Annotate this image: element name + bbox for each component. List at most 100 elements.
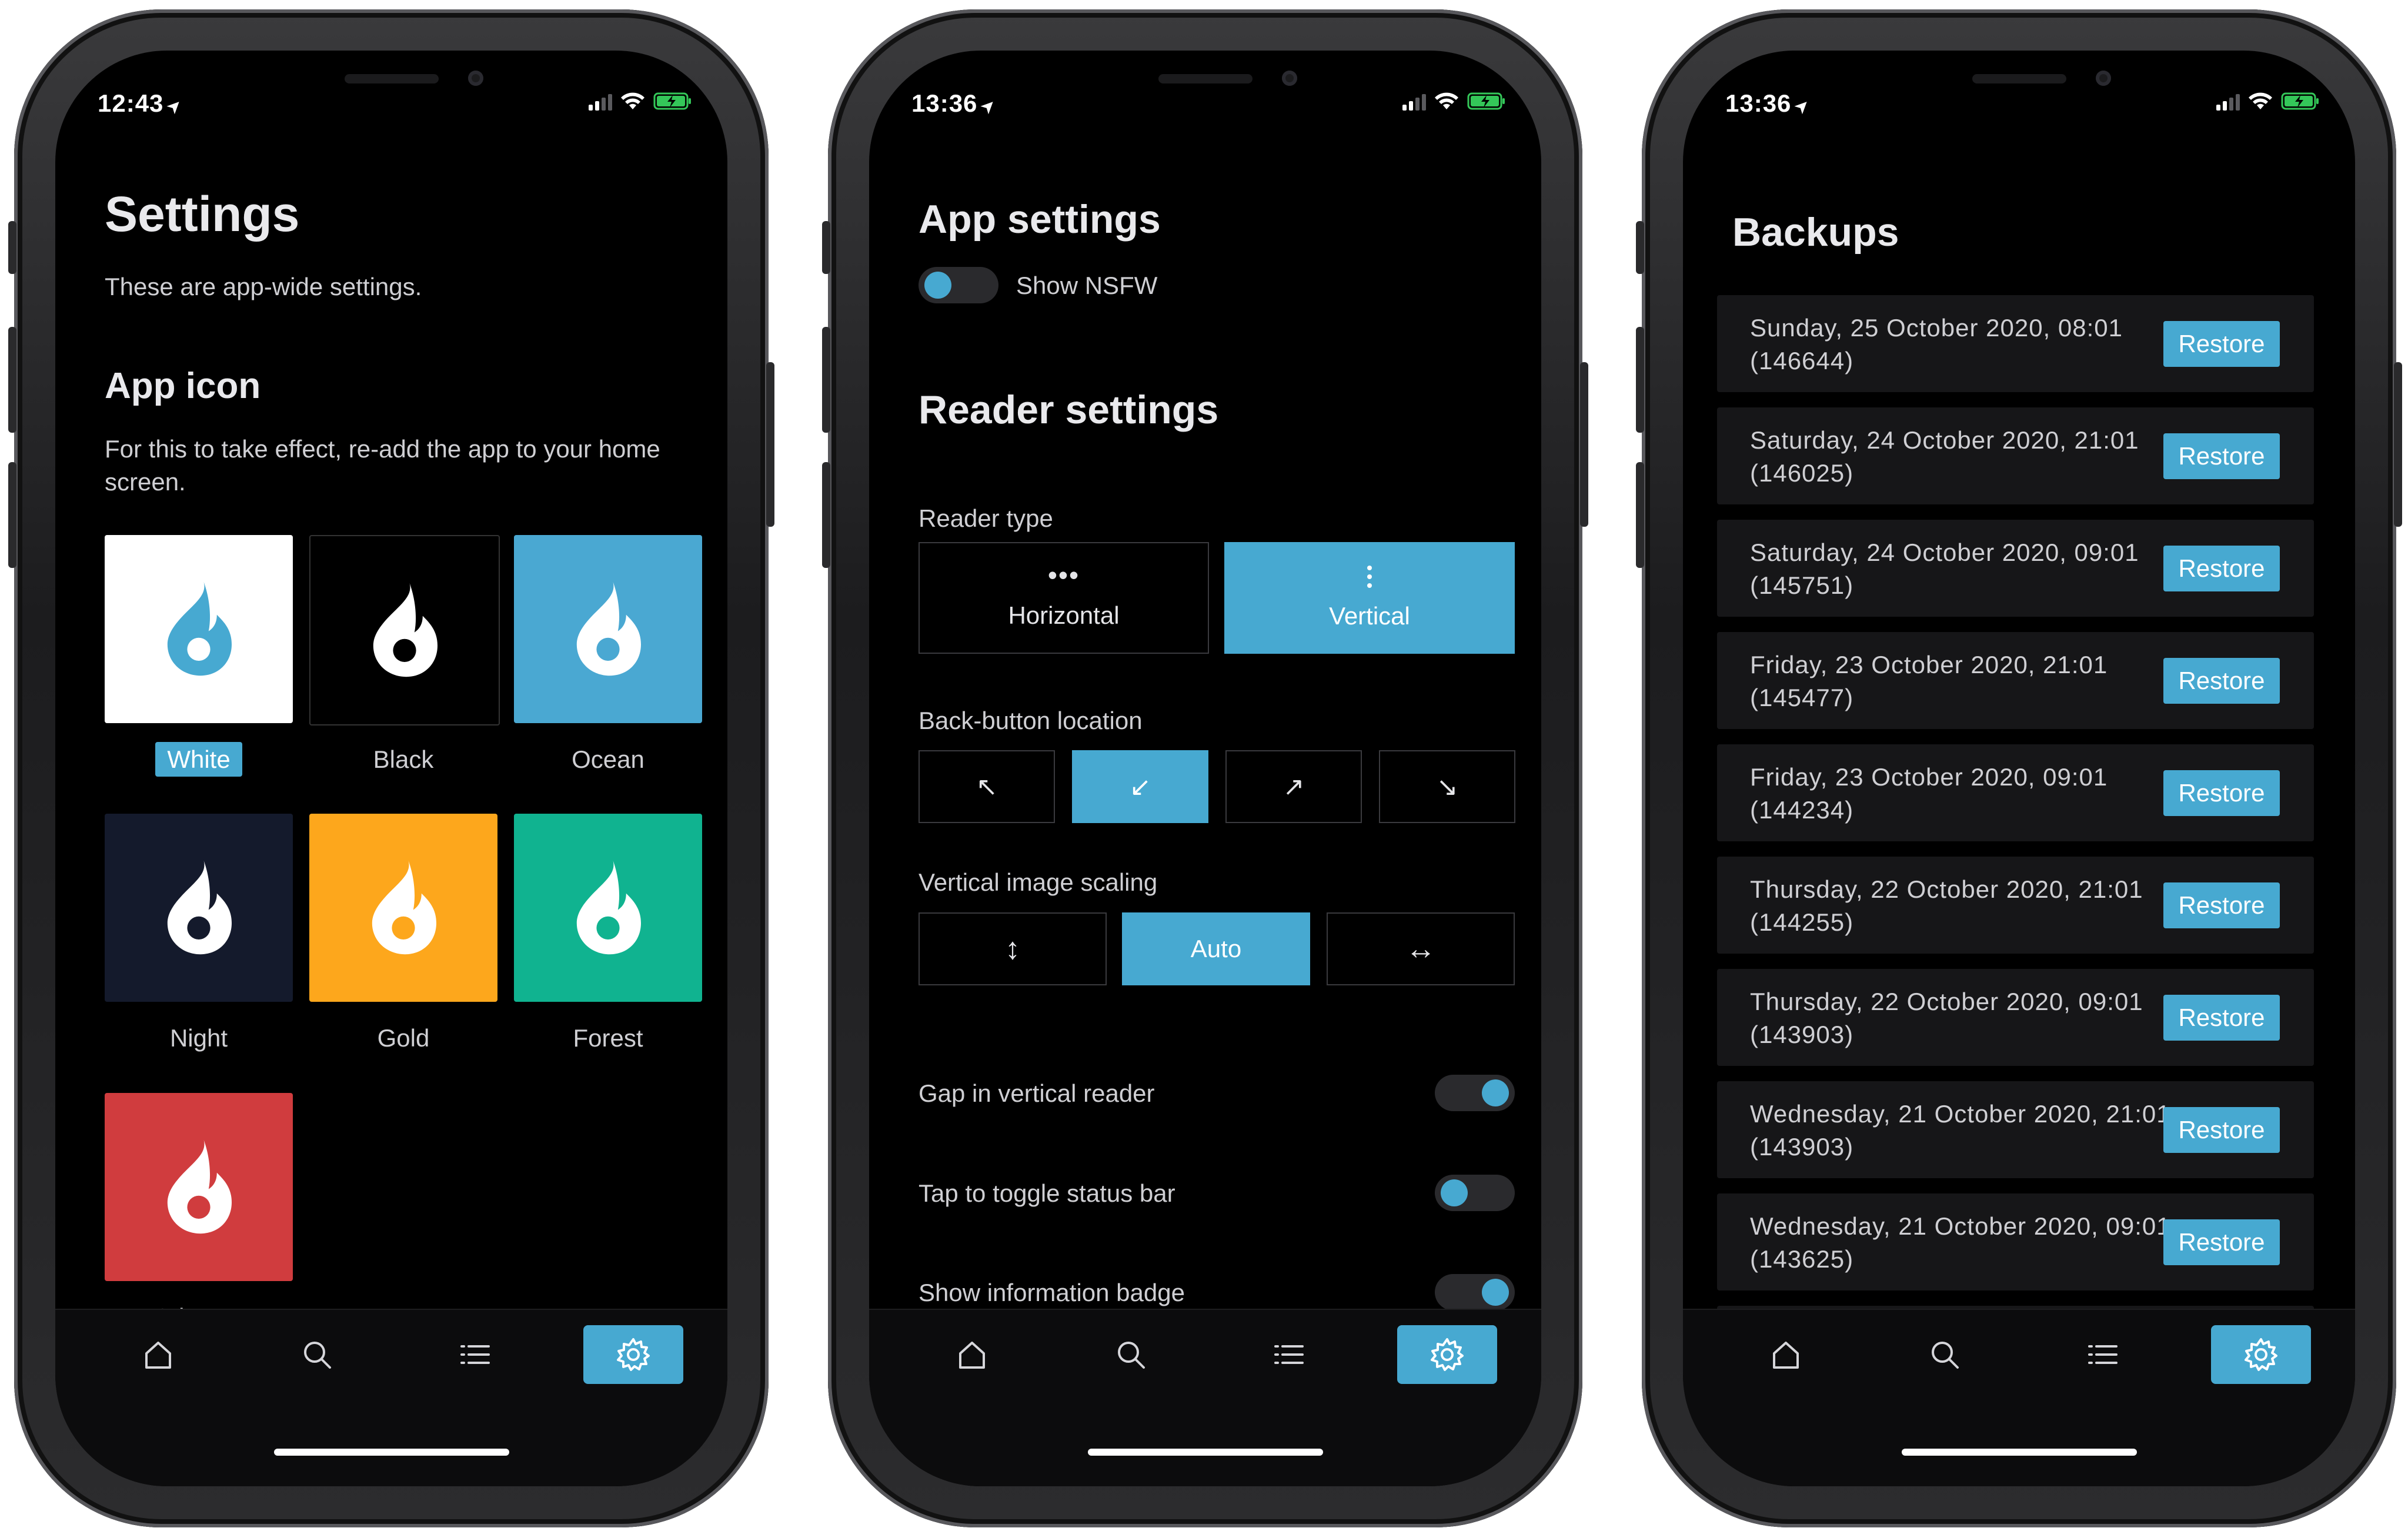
app-icon-option-night[interactable] — [105, 814, 293, 1002]
backup-row: Thursday, 22 October 2020, 09:01 (143903… — [1717, 969, 2314, 1066]
screen: 13:36➤ Backups Sunday, 25 October 2020, … — [1683, 51, 2355, 1486]
location-arrow-icon: ➤ — [162, 93, 188, 119]
backups-title: Backups — [1732, 210, 1899, 255]
page-subtitle: These are app-wide settings. — [105, 273, 422, 300]
restore-button[interactable]: Restore — [2163, 546, 2280, 591]
tab-list[interactable] — [2052, 1325, 2152, 1384]
reader-type-horizontal[interactable]: ••• Horizontal — [919, 542, 1209, 654]
show-nsfw-toggle[interactable] — [919, 267, 998, 303]
app-icon-option-ocean[interactable] — [514, 535, 702, 723]
phone-reader-settings: 13:36➤ App settings Show NSFW Reader set… — [822, 9, 1588, 1527]
gear-icon — [1428, 1336, 1466, 1373]
wifi-icon — [620, 92, 645, 111]
app-icon-description: For this to take effect, re-add the app … — [105, 435, 660, 496]
restore-button[interactable]: Restore — [2163, 995, 2280, 1041]
home-indicator — [273, 1449, 509, 1456]
home-indicator — [1901, 1449, 2137, 1456]
home-icon — [954, 1337, 990, 1372]
phone-settings: 12:43➤ Settings These are app-wide setti… — [8, 9, 774, 1527]
tab-home[interactable] — [108, 1325, 208, 1384]
status-time: 12:43➤ — [98, 89, 188, 119]
signal-icon — [2216, 93, 2240, 111]
backup-date: Thursday, 22 October 2020, 09:01 (143903… — [1750, 988, 2143, 1048]
flame-logo-icon — [158, 578, 240, 681]
reader-settings-title: Reader settings — [919, 387, 1219, 432]
back-button-top-left[interactable]: ↖ — [919, 750, 1055, 823]
battery-charging-icon — [2281, 92, 2320, 111]
flame-logo-icon — [567, 857, 649, 959]
list-icon — [457, 1337, 492, 1372]
backup-row: Friday, 23 October 2020, 21:01 (145477) R… — [1717, 632, 2314, 729]
back-button-location-label: Back-button location — [919, 707, 1143, 734]
restore-button[interactable]: Restore — [2163, 433, 2280, 479]
flame-logo-icon — [362, 857, 445, 959]
vertical-resize-icon: ↕ — [1005, 932, 1020, 966]
setting-toggle[interactable] — [1435, 1274, 1515, 1310]
home-icon — [141, 1337, 176, 1372]
app-icon-option-black[interactable] — [309, 535, 500, 725]
reader-type-vertical[interactable]: Vertical — [1224, 542, 1515, 654]
search-icon — [1927, 1337, 1962, 1372]
backup-date: Friday, 23 October 2020, 09:01 (144234) — [1750, 763, 2108, 824]
list-icon — [2085, 1337, 2120, 1372]
backup-row: Saturday, 24 October 2020, 21:01 (146025… — [1717, 407, 2314, 504]
backup-date: Thursday, 22 October 2020, 21:01 (144255… — [1750, 875, 2143, 936]
app-icon-option-gold[interactable] — [309, 814, 497, 1002]
tab-gear[interactable] — [2211, 1325, 2311, 1384]
restore-button[interactable]: Restore — [2163, 882, 2280, 928]
scaling-auto[interactable]: Auto — [1122, 912, 1310, 985]
tab-search[interactable] — [1081, 1325, 1181, 1384]
tab-list[interactable] — [425, 1325, 525, 1384]
tab-search[interactable] — [1895, 1325, 1995, 1384]
wifi-icon — [1434, 92, 1459, 111]
scaling-fit-width[interactable]: ↔ — [1327, 912, 1515, 985]
screen: 12:43➤ Settings These are app-wide setti… — [55, 51, 727, 1486]
tab-home[interactable] — [1736, 1325, 1836, 1384]
back-button-bottom-right[interactable]: ↘ — [1379, 750, 1515, 823]
vertical-image-scaling-label: Vertical image scaling — [919, 868, 1158, 896]
gear-icon — [2242, 1336, 2280, 1373]
app-icon-option-white[interactable] — [105, 535, 293, 723]
flame-logo-icon — [158, 1136, 240, 1239]
arrow-down-left-icon: ↙ — [1129, 772, 1151, 801]
status-bar: 13:36➤ — [869, 86, 1541, 127]
tab-search[interactable] — [267, 1325, 367, 1384]
restore-button[interactable]: Restore — [2163, 770, 2280, 816]
backup-date: Saturday, 24 October 2020, 21:01 (146025… — [1750, 426, 2139, 487]
app-icon-option-forest[interactable] — [514, 814, 702, 1002]
tab-bar — [869, 1309, 1541, 1486]
tab-gear[interactable] — [1397, 1325, 1497, 1384]
scaling-fit-height[interactable]: ↕ — [919, 912, 1107, 985]
flame-logo-icon — [567, 578, 649, 681]
phone-backups: 13:36➤ Backups Sunday, 25 October 2020, … — [1636, 9, 2402, 1527]
show-nsfw-label: Show NSFW — [1016, 272, 1158, 299]
backup-row: Sunday, 25 October 2020, 08:01 (146644) R… — [1717, 295, 2314, 392]
arrow-down-right-icon: ↘ — [1436, 772, 1458, 801]
app-icon-label: Night — [169, 1024, 228, 1052]
backup-row: Saturday, 24 October 2020, 09:01 (145751… — [1717, 520, 2314, 617]
gear-icon — [614, 1336, 652, 1373]
back-button-bottom-left[interactable]: ↙ — [1072, 750, 1208, 823]
vertical-dots-icon — [1367, 566, 1372, 588]
app-icon-option-crimson[interactable] — [105, 1093, 293, 1281]
app-icon-label: White — [105, 742, 293, 777]
app-icon-label: Gold — [377, 1024, 430, 1052]
back-button-top-right[interactable]: ↗ — [1225, 750, 1362, 823]
setting-toggle[interactable] — [1435, 1075, 1515, 1111]
horizontal-resize-icon: ↔ — [1405, 932, 1436, 966]
restore-button[interactable]: Restore — [2163, 1219, 2280, 1265]
reader-type-label: Reader type — [919, 504, 1053, 532]
setting-toggle[interactable] — [1435, 1175, 1515, 1211]
restore-button[interactable]: Restore — [2163, 1107, 2280, 1153]
tab-home[interactable] — [922, 1325, 1022, 1384]
tab-list[interactable] — [1238, 1325, 1338, 1384]
restore-button[interactable]: Restore — [2163, 321, 2280, 367]
restore-button[interactable]: Restore — [2163, 658, 2280, 704]
location-arrow-icon: ➤ — [976, 93, 1001, 119]
page-title: Settings — [105, 186, 300, 242]
tab-gear[interactable] — [583, 1325, 683, 1384]
app-settings-title: App settings — [919, 197, 1161, 242]
backup-date: Friday, 23 October 2020, 21:01 (145477) — [1750, 651, 2108, 711]
tab-bar — [55, 1309, 727, 1486]
backup-row: Thursday, 22 October 2020, 21:01 (144255… — [1717, 857, 2314, 954]
